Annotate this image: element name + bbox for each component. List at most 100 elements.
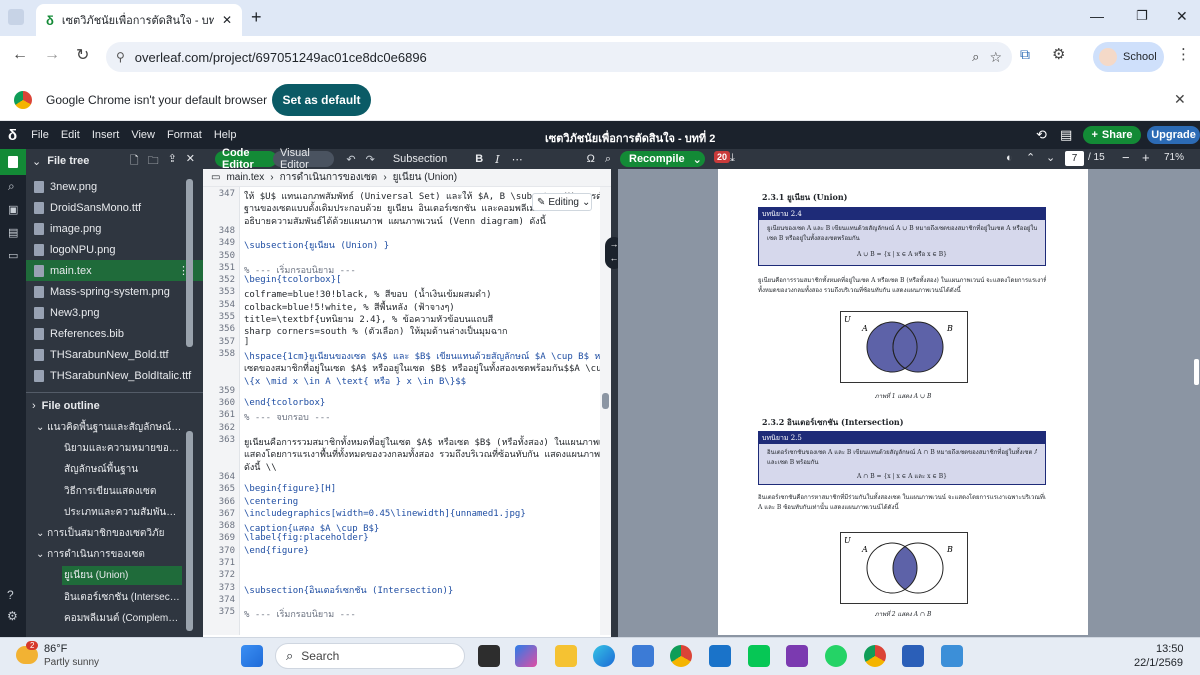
outline-scrollbar[interactable] — [186, 431, 193, 631]
upload-icon[interactable]: ⇪ — [168, 152, 177, 171]
file-tree-item[interactable]: THSarabunNew_BoldItalic.ttf — [26, 365, 203, 386]
task-view-icon[interactable] — [478, 645, 500, 667]
whatsapp-icon[interactable] — [825, 645, 847, 667]
close-panel-icon[interactable]: ✕ — [186, 152, 195, 171]
copilot-icon[interactable] — [515, 645, 537, 667]
menu-file[interactable]: File — [31, 129, 49, 141]
calendar-icon[interactable] — [709, 645, 731, 667]
translate-icon[interactable]: ⧉ — [1020, 46, 1030, 63]
weather-temp[interactable]: 86°F — [44, 643, 67, 655]
chrome-profile-icon[interactable] — [864, 645, 886, 667]
outline-item[interactable]: สัญลักษณ์พื้นฐาน — [62, 460, 182, 479]
browser-tab[interactable]: δ เซตวิภัชนัยเพื่อการตัดสินใจ - บทที่ 2 … — [36, 4, 242, 36]
new-folder-icon[interactable]: 🗀 — [148, 152, 159, 171]
toggle-symbols-icon[interactable]: Ω — [587, 153, 595, 165]
upgrade-button[interactable]: Upgrade — [1147, 126, 1200, 144]
onenote-icon[interactable] — [786, 645, 808, 667]
file-tree-item[interactable]: image.png — [26, 218, 203, 239]
zoom-out-icon[interactable]: − — [1122, 150, 1130, 165]
zoom-lens-icon[interactable]: ⌕ — [972, 49, 979, 65]
forward-icon[interactable]: → — [44, 46, 60, 64]
rail-search-icon[interactable]: ⌕ — [8, 179, 15, 194]
history-icon[interactable]: ⟲ — [1036, 127, 1047, 143]
rail-settings-icon[interactable]: ⚙ — [7, 609, 18, 623]
menu-insert[interactable]: Insert — [92, 129, 120, 141]
bold-icon[interactable]: B — [475, 153, 483, 165]
download-pdf-icon[interactable]: ⤓ — [730, 152, 735, 165]
recompile-button[interactable]: Recompile ⌄ — [620, 151, 705, 167]
page-up-icon[interactable]: ⌃ — [1026, 151, 1035, 164]
extensions-icon[interactable]: ⚙ — [1052, 45, 1065, 63]
chrome-icon[interactable] — [670, 645, 692, 667]
maximize-icon[interactable]: ❐ — [1136, 8, 1148, 24]
pdf-scroll-thumb[interactable] — [1194, 359, 1199, 385]
outline-item[interactable]: ⌄ แนวคิดพื้นฐานและสัญลักษณ์ของ... — [34, 418, 182, 437]
omnibox[interactable]: ⚲ overleaf.com/project/697051249ac01ce8d… — [106, 42, 1012, 72]
pane-splitter[interactable]: → ← — [605, 149, 623, 637]
chat-icon[interactable]: ▤ — [1060, 127, 1072, 143]
clock-time[interactable]: 13:50 — [1156, 643, 1184, 655]
section-style-select[interactable]: Subsection — [393, 153, 447, 165]
menu-help[interactable]: Help — [214, 129, 237, 141]
outline-item[interactable]: คอมพลีเมนต์ (Complement) — [62, 609, 182, 628]
rail-file-tree-button[interactable] — [0, 149, 26, 175]
set-default-button[interactable]: Set as default — [272, 84, 371, 116]
breadcrumb-section[interactable]: การดำเนินการของเซต — [280, 170, 378, 185]
rail-help-icon[interactable]: ? — [7, 588, 14, 602]
word-icon[interactable] — [902, 645, 924, 667]
undo-icon[interactable]: ↶ — [346, 153, 355, 166]
share-button[interactable]: + Share — [1083, 126, 1141, 144]
site-info-icon[interactable]: ⚲ — [116, 50, 125, 64]
bookmark-star-icon[interactable]: ☆ — [989, 49, 1002, 66]
page-down-icon[interactable]: ⌄ — [1046, 151, 1055, 164]
line-app-icon[interactable] — [748, 645, 770, 667]
file-tree-item[interactable]: 3new.png — [26, 176, 203, 197]
rail-review-icon[interactable]: ▤ — [8, 226, 18, 239]
file-tree-item[interactable]: Mass-spring-system.png — [26, 281, 203, 302]
close-tab-icon[interactable]: ✕ — [222, 13, 232, 27]
outline-chevron-icon[interactable]: › — [32, 400, 36, 412]
zoom-level-select[interactable]: 71% — [1164, 152, 1184, 163]
menu-format[interactable]: Format — [167, 129, 202, 141]
rail-chat-icon[interactable]: ▭ — [8, 249, 18, 262]
page-number-input[interactable]: 7 — [1065, 151, 1084, 166]
contrast-icon[interactable]: ◐ — [1006, 152, 1013, 164]
tab-search-icon[interactable] — [8, 9, 24, 25]
reload-icon[interactable]: ↻ — [76, 45, 89, 65]
outline-item[interactable]: ⌄ การดำเนินการของเซต — [34, 545, 182, 564]
rail-integrations-icon[interactable]: ▣ — [8, 203, 18, 216]
windows-start-icon[interactable] — [241, 645, 263, 667]
error-count-badge[interactable]: 20 — [714, 151, 731, 163]
file-explorer-icon[interactable] — [555, 645, 577, 667]
outline-item[interactable]: วิธีการเขียนแสดงเซต — [62, 482, 182, 501]
new-tab-icon[interactable]: + — [251, 7, 262, 28]
editor-scroll-thumb[interactable] — [602, 393, 609, 409]
file-tree-item[interactable]: main.tex ⋮ — [26, 260, 203, 281]
new-file-icon[interactable]: 🗋 — [130, 152, 139, 171]
store-icon[interactable] — [632, 645, 654, 667]
project-title[interactable]: เซตวิภัชนัยเพื่อการตัดสินใจ - บทที่ 2 — [545, 129, 715, 147]
pdf-page[interactable]: 2.3.1 ยูเนียน (Union) บทนิยาม 2.4 ยูเนีย… — [718, 169, 1088, 635]
menu-view[interactable]: View — [131, 129, 155, 141]
file-tree-scrollbar[interactable] — [186, 179, 193, 347]
minimize-icon[interactable]: — — [1090, 8, 1104, 24]
overleaf-logo-icon[interactable]: δ — [8, 127, 17, 144]
outline-item[interactable]: อินเตอร์เซกชัน (Intersection) — [62, 588, 182, 607]
more-format-icon[interactable]: ⋯ — [512, 153, 523, 166]
recompile-options-chevron-icon[interactable]: ⌄ — [693, 153, 702, 166]
outline-item[interactable]: ยูเนียน (Union) — [62, 566, 182, 586]
collapse-chevron-icon[interactable]: ⌄ — [32, 155, 41, 168]
zoom-in-icon[interactable]: + — [1142, 150, 1150, 165]
redo-icon[interactable]: ↷ — [366, 153, 375, 166]
taskbar-search[interactable]: ⌕ Search — [275, 643, 465, 669]
outline-item[interactable]: นิยามและความหมายของเซต — [62, 439, 182, 458]
visual-editor-toggle[interactable]: Visual Editor — [273, 147, 335, 171]
photos-icon[interactable] — [941, 645, 963, 667]
close-window-icon[interactable]: ✕ — [1176, 8, 1188, 25]
profile-chip[interactable]: School — [1093, 42, 1164, 72]
outline-item[interactable]: ⌄ การเป็นสมาชิกของเซตวิภัย — [34, 524, 182, 543]
breadcrumb-subsection[interactable]: ยูเนียน (Union) — [393, 170, 457, 185]
file-tree-item[interactable]: logoNPU.png — [26, 239, 203, 260]
code-editor-toggle[interactable]: Code Editor — [215, 147, 277, 171]
outline-item[interactable]: ประเภทและความสัมพันธ์ของ... — [62, 503, 182, 522]
